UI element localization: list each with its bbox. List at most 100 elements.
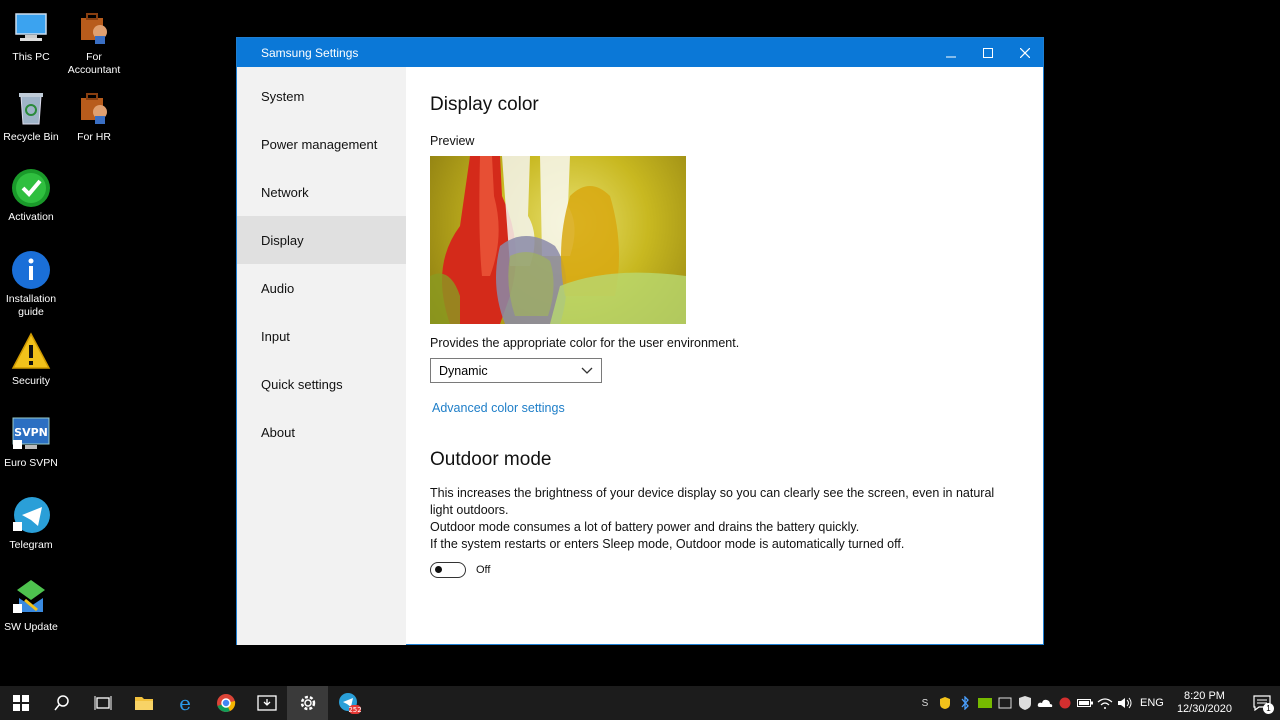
desktop-icon-recycle-bin[interactable]: Recycle Bin: [0, 88, 66, 144]
color-mode-dropdown[interactable]: Dynamic: [430, 358, 602, 383]
desktop-icon-euro-svpn[interactable]: SVPN Euro SVPN: [0, 414, 66, 470]
svg-text:e: e: [179, 693, 191, 713]
sidebar-item-quick-settings[interactable]: Quick settings: [237, 360, 406, 408]
sidebar-item-display[interactable]: Display: [237, 216, 406, 264]
briefcase-icon: [74, 88, 114, 128]
sidebar-item-input[interactable]: Input: [237, 312, 406, 360]
sidebar-item-power-management[interactable]: Power management: [237, 120, 406, 168]
tray-monitor-icon[interactable]: [995, 686, 1015, 720]
chrome-icon: [216, 694, 235, 712]
svg-text:SVPN: SVPN: [14, 426, 48, 439]
computer-icon: [11, 8, 51, 48]
outdoor-mode-toggle-label: Off: [476, 564, 491, 576]
battery-icon[interactable]: [1075, 686, 1095, 720]
defender-icon[interactable]: [1015, 686, 1035, 720]
sidebar-item-about[interactable]: About: [237, 408, 406, 456]
desktop-icon-for-accountant[interactable]: For Accountant: [59, 8, 129, 77]
desktop-icon-sw-update[interactable]: SW Update: [0, 578, 66, 634]
close-icon: [1019, 47, 1030, 58]
desktop-icon-label: For Accountant: [67, 51, 121, 76]
taskbar-file-explorer[interactable]: [123, 686, 164, 720]
desktop-icon-activation[interactable]: Activation: [0, 168, 66, 224]
desktop-icon-label: Activation: [8, 211, 54, 223]
update-icon: [11, 578, 51, 618]
wifi-icon[interactable]: [1095, 686, 1115, 720]
maximize-button[interactable]: [969, 38, 1006, 67]
glass-vases-image: [430, 156, 686, 324]
taskbar-app[interactable]: [246, 686, 287, 720]
desktop-icon-label: For HR: [77, 131, 111, 143]
clock[interactable]: 8:20 PM 12/30/2020: [1177, 690, 1232, 716]
telegram-icon: [11, 496, 51, 536]
desktop-icon-security[interactable]: Security: [0, 332, 66, 388]
desktop-icon-for-hr[interactable]: For HR: [59, 88, 129, 144]
task-view-icon: [94, 696, 111, 710]
outdoor-mode-line: This increases the brightness of your de…: [430, 486, 995, 517]
maximize-icon: [982, 47, 993, 58]
outdoor-mode-toggle[interactable]: [430, 562, 466, 578]
telegram-badge: 252: [348, 706, 361, 714]
desktop-icon-this-pc[interactable]: This PC: [0, 8, 66, 64]
tray-s-icon[interactable]: S: [915, 686, 935, 720]
display-color-description: Provides the appropriate color for the u…: [430, 336, 740, 350]
close-button[interactable]: [1006, 38, 1043, 67]
clock-time: 8:20 PM: [1183, 690, 1225, 702]
briefcase-icon: [74, 8, 114, 48]
warning-icon: [11, 332, 51, 372]
taskbar-settings[interactable]: [287, 686, 328, 720]
outdoor-mode-line: Outdoor mode consumes a lot of battery p…: [430, 520, 860, 534]
info-icon: [11, 250, 51, 290]
title-bar[interactable]: Samsung Settings: [237, 38, 1043, 67]
start-button[interactable]: [0, 686, 41, 720]
edge-icon: e: [179, 693, 191, 713]
search-button[interactable]: [41, 686, 82, 720]
taskbar-telegram[interactable]: 252: [328, 686, 369, 720]
search-icon: [53, 695, 69, 711]
display-color-heading: Display color: [430, 94, 539, 115]
advanced-color-settings-link[interactable]: Advanced color settings: [430, 401, 1043, 415]
minimize-icon: [945, 56, 956, 57]
windows-logo-icon: [12, 695, 29, 711]
installer-icon: [256, 695, 277, 711]
notification-count-badge: 1: [1263, 703, 1274, 714]
desktop-icon-label: This PC: [12, 51, 50, 63]
nvidia-icon[interactable]: [975, 686, 995, 720]
desktop-icon-installation-guide[interactable]: Installation guide: [0, 250, 66, 319]
sidebar-item-audio[interactable]: Audio: [237, 264, 406, 312]
vpn-monitor-icon: SVPN: [11, 414, 51, 454]
sidebar-item-network[interactable]: Network: [237, 168, 406, 216]
system-tray: S ENG 8:20 PM 12/30/2020 1: [915, 686, 1280, 720]
tray-red-icon[interactable]: [1055, 686, 1075, 720]
sidebar: System Power management Network Display …: [237, 67, 406, 645]
outdoor-mode-description: This increases the brightness of your de…: [430, 485, 1010, 553]
desktop-icon-label: Installation guide: [5, 293, 57, 318]
desktop-icon-label: Security: [12, 375, 50, 387]
recycle-bin-icon: [11, 88, 51, 128]
minimize-button[interactable]: [932, 38, 969, 67]
taskbar-chrome[interactable]: [205, 686, 246, 720]
outdoor-mode-heading: Outdoor mode: [430, 449, 552, 470]
task-view-button[interactable]: [82, 686, 123, 720]
onedrive-icon[interactable]: [1035, 686, 1055, 720]
preview-image: [430, 156, 686, 324]
desktop-icon-label: Telegram: [9, 539, 53, 551]
bluetooth-icon[interactable]: [955, 686, 975, 720]
desktop-icon-telegram[interactable]: Telegram: [0, 496, 66, 552]
telegram-icon: 252: [338, 693, 361, 714]
notification-center-button[interactable]: 1: [1244, 686, 1280, 720]
window-title: Samsung Settings: [261, 45, 359, 60]
volume-icon[interactable]: [1115, 686, 1135, 720]
folder-icon: [134, 697, 153, 710]
desktop-icon-label: Recycle Bin: [3, 131, 59, 143]
desktop-icon-label: Euro SVPN: [4, 457, 58, 469]
clock-date: 12/30/2020: [1176, 703, 1232, 715]
language-indicator[interactable]: ENG: [1135, 686, 1169, 720]
tray-shield-icon[interactable]: [935, 686, 955, 720]
taskbar: e 252 S ENG 8:20 PM 12/30/2020 1: [0, 686, 1280, 720]
preview-label: Preview: [430, 134, 475, 148]
checkmark-icon: [11, 168, 51, 208]
taskbar-edge[interactable]: e: [164, 686, 205, 720]
samsung-settings-window: Samsung Settings System Power management…: [236, 37, 1044, 645]
sidebar-item-system[interactable]: System: [237, 72, 406, 120]
outdoor-mode-line: If the system restarts or enters Sleep m…: [430, 537, 905, 551]
